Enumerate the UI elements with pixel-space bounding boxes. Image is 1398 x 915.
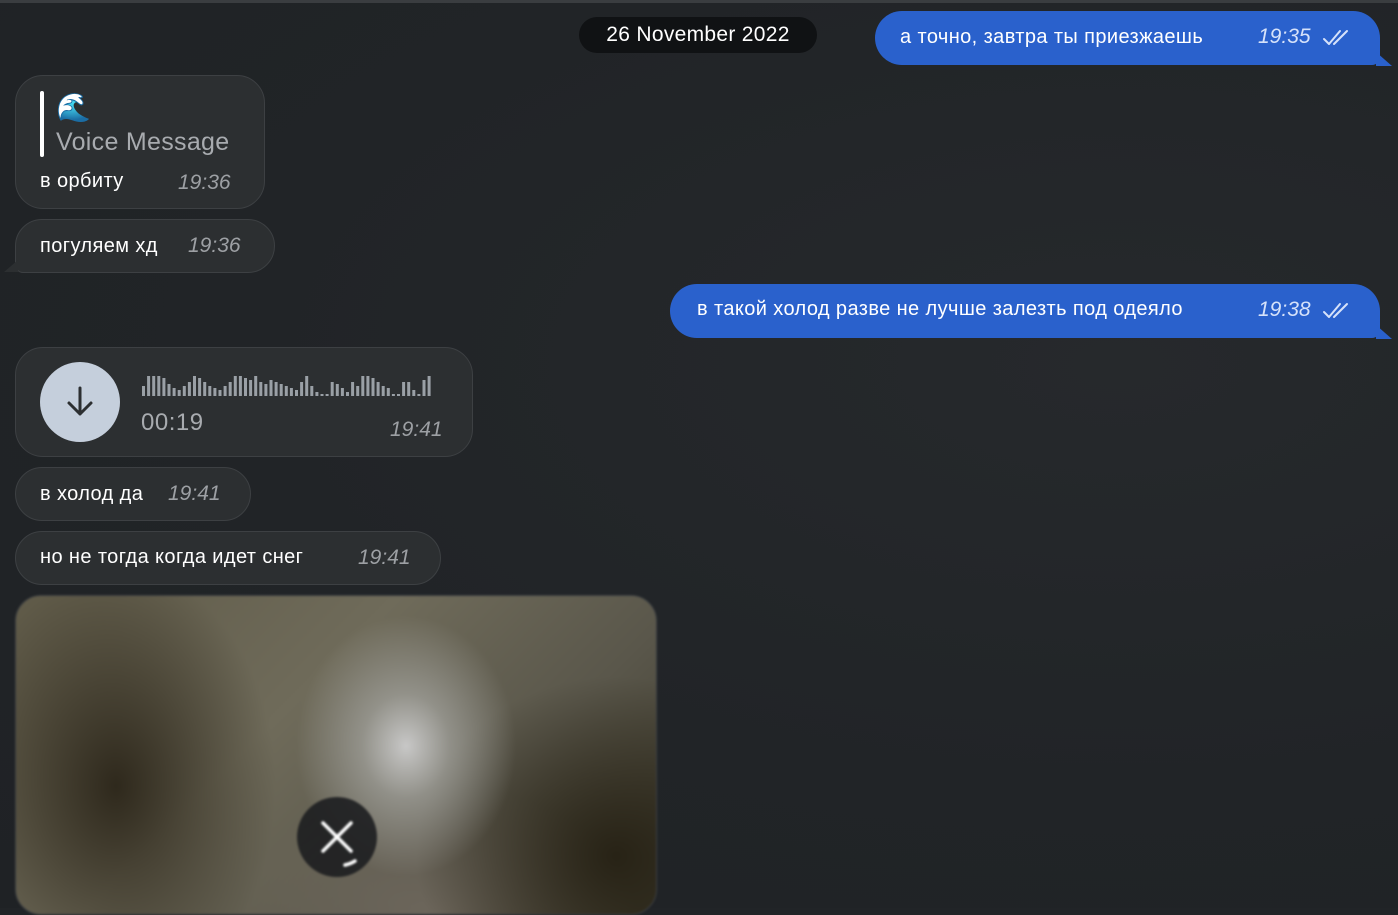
message-text: в такой холод разве не лучше залезть под… [697,298,1183,320]
message-time: 19:38 [1258,298,1311,321]
waveform-bar [391,394,395,396]
waveform-bar [244,378,247,396]
message-text: в холод да [40,483,144,505]
message-incoming-reply[interactable]: 🌊 Voice Message в орбиту 19:36 [15,75,265,209]
message-text: но не тогда когда идет снег [40,546,304,568]
waveform-bar [177,390,181,396]
waveform-bar [279,384,283,396]
waveform-bar [249,380,253,396]
message-incoming[interactable]: но не тогда когда идет снег 19:41 [15,531,441,585]
message-time: 19:41 [390,418,443,441]
waveform-bar [366,376,370,396]
waveform-bar [330,382,334,396]
reply-quote-bar [40,91,44,157]
waveform-bar [356,386,360,396]
waveform-bar [335,384,339,396]
read-checkmarks-icon [1323,30,1348,45]
waveform-bar [320,394,324,396]
waveform-bar [361,376,365,396]
waveform-bar [412,390,416,396]
waveform-bar [157,376,161,396]
message-text: а точно, завтра ты приезжаешь [900,26,1204,48]
waveform-bar [346,392,349,396]
waveform-bar [187,382,191,396]
message-outgoing[interactable]: а точно, завтра ты приезжаешь 19:35 [875,11,1380,65]
waveform-bar [371,378,375,396]
waveform-bar [182,386,186,396]
waveform-bar [325,394,329,396]
waveform-bar [407,382,411,396]
voice-duration: 00:19 [141,409,204,436]
waveform-bar [193,376,196,396]
message-time: 19:41 [358,546,411,569]
waveform-bar [376,382,380,396]
waveform-bar [300,382,304,396]
waveform-bar [397,394,400,396]
message-time: 19:36 [178,171,231,194]
waveform-bar [340,388,344,396]
waveform-bar [295,390,298,396]
waveform-bar [274,382,278,396]
waveform-bar [310,386,314,396]
bubble-tail [1376,325,1392,339]
message-incoming-voice[interactable]: 00:19 19:41 [15,347,473,457]
download-arrow-icon [67,386,93,416]
waveform-bar [162,378,166,396]
waveform-bar [402,382,406,396]
waveform-bar [351,382,355,396]
waveform-bar [238,376,242,396]
waveform-bar [289,388,293,396]
waveform-bar [269,380,273,396]
reply-quote-label[interactable]: Voice Message [56,128,229,157]
message-time: 19:41 [168,482,221,505]
waveform-bar [259,382,263,396]
waveform-bar [417,394,421,396]
waveform-bar [152,376,156,396]
waveform-bar [427,376,431,396]
media-preview-blurred[interactable] [15,595,657,915]
date-separator[interactable]: 26 November 2022 [579,17,817,53]
waveform-bar [218,390,222,396]
waveform-bar [172,388,176,396]
waveform-bar [422,380,426,396]
cancel-download-button[interactable] [297,797,377,877]
read-checkmarks-icon [1323,303,1348,318]
waveform-bar [142,386,145,396]
waveform-bar [264,384,268,396]
waveform-icon[interactable] [142,370,442,398]
waveform-bar [223,386,227,396]
message-outgoing[interactable]: в такой холод разве не лучше залезть под… [670,284,1380,338]
waveform-bar [203,382,207,396]
waveform-bar [254,376,258,396]
waveform-bar [213,388,217,396]
message-incoming[interactable]: погуляем хд 19:36 [15,219,275,273]
message-text: погуляем хд [40,235,158,257]
message-incoming[interactable]: в холод да 19:41 [15,467,251,521]
message-time: 19:35 [1258,25,1311,48]
waveform-bar [386,388,390,396]
waveform-bar [305,376,309,396]
waveform-bar [315,392,319,396]
waveform-bar [228,382,232,396]
waveform-bar [208,386,212,396]
message-text: в орбиту [40,170,124,192]
waveform-bar [147,376,151,396]
voice-download-button[interactable] [40,362,120,442]
bubble-tail [1376,52,1392,66]
waveform-bar [198,378,202,396]
waveform-bar [284,386,288,396]
message-time: 19:36 [188,234,241,257]
waveform-bar [381,386,385,396]
waveform-bar [233,376,237,396]
close-icon [321,821,357,867]
wave-emoji-icon: 🌊 [56,92,91,123]
bubble-tail [4,260,18,272]
waveform-bar [167,384,171,396]
